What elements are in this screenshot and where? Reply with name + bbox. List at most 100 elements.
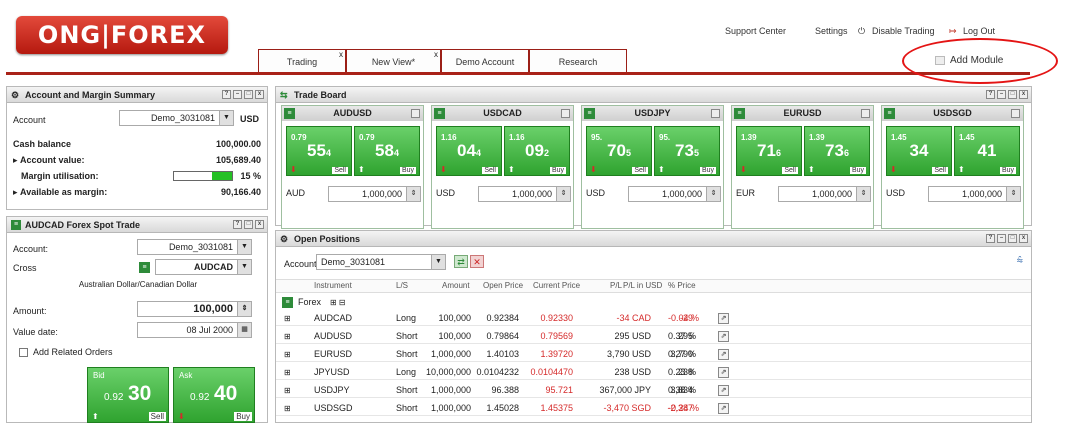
close-icon[interactable] xyxy=(561,109,570,118)
chart-icon[interactable]: ⇗ xyxy=(718,331,729,342)
stepper-icon[interactable]: ⇕ xyxy=(406,187,420,201)
buy-quote-button[interactable]: 0.79 584 ⬆ Buy xyxy=(354,126,420,176)
ong-forex-logo: ONG|FOREX xyxy=(16,16,228,54)
close-icon[interactable] xyxy=(411,109,420,118)
currency-label: USD xyxy=(240,114,260,124)
expand-icon[interactable]: ▸ xyxy=(13,155,20,165)
maximize-icon[interactable]: □ xyxy=(244,90,253,99)
calendar-icon[interactable]: ▦ xyxy=(237,323,251,337)
close-icon[interactable]: x xyxy=(1019,90,1028,99)
row-expand-icon[interactable]: ⊞ xyxy=(284,383,291,398)
support-center-link[interactable]: Support Center xyxy=(725,26,786,36)
chart-icon[interactable]: ⇗ xyxy=(718,313,729,324)
column-header[interactable]: Amount xyxy=(442,281,470,290)
amount-input[interactable]: 1,000,000 ⇕ xyxy=(928,186,1021,202)
account-select[interactable]: Demo_3031081 ▼ xyxy=(137,239,252,255)
sell-quote-button[interactable]: 95. 705 ⬇ Sell xyxy=(586,126,652,176)
logout-link[interactable]: Log Out xyxy=(963,26,995,36)
available-margin-row[interactable]: ▸ Available as margin: 90,166.40 xyxy=(13,185,261,199)
minimize-icon[interactable]: – xyxy=(233,90,242,99)
column-header[interactable]: % Price xyxy=(668,281,696,290)
column-header[interactable]: Open Price xyxy=(483,281,523,290)
chart-icon[interactable]: ⇗ xyxy=(718,403,729,414)
close-icon[interactable]: x xyxy=(434,51,438,59)
table-row[interactable]: ⊞ EURUSD Short 1,000,000 1.40103 1.39720 3,790… xyxy=(276,347,1031,362)
column-header[interactable]: L/S xyxy=(396,281,408,290)
table-row[interactable]: ⊞ JPYUSD Long 10,000,000 0.0104232 0.0104470 2… xyxy=(276,365,1031,380)
stepper-icon[interactable]: ⇕ xyxy=(856,187,870,201)
disable-trading-link[interactable]: Disable Trading xyxy=(872,26,935,36)
help-icon[interactable]: ? xyxy=(233,220,242,229)
chart-icon[interactable]: ⇗ xyxy=(718,385,729,396)
tab-new-view[interactable]: New View* x xyxy=(346,49,441,73)
sell-button[interactable]: Bid 0.92 30 ⬆ Sell xyxy=(87,367,169,423)
stepper-icon[interactable]: ⇕ xyxy=(237,302,251,316)
panel-title: Account and Margin Summary xyxy=(25,90,156,100)
row-expand-icon[interactable]: ⊞ xyxy=(284,365,291,380)
table-row[interactable]: ⊞ AUDUSD Short 100,000 0.79864 0.79569 295 USD… xyxy=(276,329,1031,344)
column-header[interactable]: Current Price xyxy=(533,281,580,290)
tab-trading[interactable]: Trading x xyxy=(258,49,346,73)
close-icon[interactable]: x xyxy=(255,90,264,99)
table-row[interactable]: ⊞ AUDCAD Long 100,000 0.92384 0.92330 -34 CAD -… xyxy=(276,311,1031,326)
minimize-icon[interactable]: – xyxy=(997,234,1006,243)
maximize-icon[interactable]: □ xyxy=(1008,90,1017,99)
stepper-icon[interactable]: ⇕ xyxy=(556,187,570,201)
help-icon[interactable]: ? xyxy=(986,90,995,99)
close-icon[interactable] xyxy=(711,109,720,118)
amount-input[interactable]: 1,000,000 ⇕ xyxy=(328,186,421,202)
export-icon[interactable]: ⇄ xyxy=(454,255,468,268)
buy-quote-button[interactable]: 95. 735 ⬆ Buy xyxy=(654,126,720,176)
chart-icon[interactable]: ⇗ xyxy=(718,367,729,378)
tab-research[interactable]: Research xyxy=(529,49,627,73)
minimize-icon[interactable]: – xyxy=(997,90,1006,99)
sell-quote-button[interactable]: 1.45 34 ⬇ Sell xyxy=(886,126,952,176)
row-expand-icon[interactable]: ⊞ xyxy=(284,311,291,326)
row-expand-icon[interactable]: ⊞ xyxy=(284,347,291,362)
account-select[interactable]: Demo_3031081 ▼ xyxy=(316,254,446,270)
expand-icon[interactable]: ▸ xyxy=(13,187,20,197)
amount-input[interactable]: 1,000,000 ⇕ xyxy=(628,186,721,202)
clear-icon[interactable]: ✕ xyxy=(470,255,484,268)
amount-input[interactable]: 1,000,000 ⇕ xyxy=(778,186,871,202)
stepper-icon[interactable]: ⇕ xyxy=(706,187,720,201)
help-icon[interactable]: ? xyxy=(986,234,995,243)
close-icon[interactable]: x xyxy=(339,51,343,59)
close-icon[interactable] xyxy=(1011,109,1020,118)
buy-button[interactable]: Ask 0.92 40 ⬇ Buy xyxy=(173,367,255,423)
amount-input[interactable]: 1,000,000 ⇕ xyxy=(478,186,571,202)
expand-collapse-icon[interactable]: ⊞ ⊟ xyxy=(330,295,346,310)
chart-icon[interactable]: ⇗ xyxy=(718,349,729,360)
table-cell: Short xyxy=(396,349,418,359)
amount-input[interactable]: 100,000 ⇕ xyxy=(137,301,252,317)
sell-quote-button[interactable]: 1.16 044 ⬇ Sell xyxy=(436,126,502,176)
sell-quote-button[interactable]: 0.79 554 ⬇ Sell xyxy=(286,126,352,176)
related-orders-checkbox[interactable] xyxy=(19,348,28,357)
close-icon[interactable] xyxy=(861,109,870,118)
sell-quote-button[interactable]: 1.39 716 ⬇ Sell xyxy=(736,126,802,176)
close-icon[interactable]: x xyxy=(255,220,264,229)
row-expand-icon[interactable]: ⊞ xyxy=(284,401,291,416)
maximize-icon[interactable]: □ xyxy=(1008,234,1017,243)
close-icon[interactable]: x xyxy=(1019,234,1028,243)
buy-quote-button[interactable]: 1.39 736 ⬆ Buy xyxy=(804,126,870,176)
buy-quote-button[interactable]: 1.16 092 ⬆ Buy xyxy=(504,126,570,176)
column-header[interactable]: Instrument xyxy=(314,281,352,290)
account-value-row[interactable]: ▸ Account value: 105,689.40 xyxy=(13,153,261,167)
settings-link[interactable]: Settings xyxy=(815,26,848,36)
tab-demo-account[interactable]: Demo Account xyxy=(441,49,529,73)
filter-icon[interactable]: ⩯ xyxy=(1017,255,1023,268)
row-expand-icon[interactable]: ⊞ xyxy=(284,329,291,344)
maximize-icon[interactable]: □ xyxy=(244,220,253,229)
account-select[interactable]: Demo_3031081 ▼ xyxy=(119,110,234,126)
table-row[interactable]: ⊞ USDSGD Short 1,000,000 1.45028 1.45375 -3,47… xyxy=(276,401,1031,416)
stepper-icon[interactable]: ⇕ xyxy=(1006,187,1020,201)
column-header[interactable]: P/L xyxy=(610,281,622,290)
table-row[interactable]: ⊞ USDJPY Short 1,000,000 96.388 95.721 367,000… xyxy=(276,383,1031,398)
help-icon[interactable]: ? xyxy=(222,90,231,99)
value-date-picker[interactable]: 08 Jul 2000 ▦ xyxy=(137,322,252,338)
group-row[interactable]: ≡ Forex ⊞ ⊟ xyxy=(276,295,1031,310)
buy-quote-button[interactable]: 1.45 41 ⬆ Buy xyxy=(954,126,1020,176)
cross-select[interactable]: AUDCAD ▼ xyxy=(155,259,252,275)
column-header[interactable]: P/L in USD xyxy=(623,281,662,290)
